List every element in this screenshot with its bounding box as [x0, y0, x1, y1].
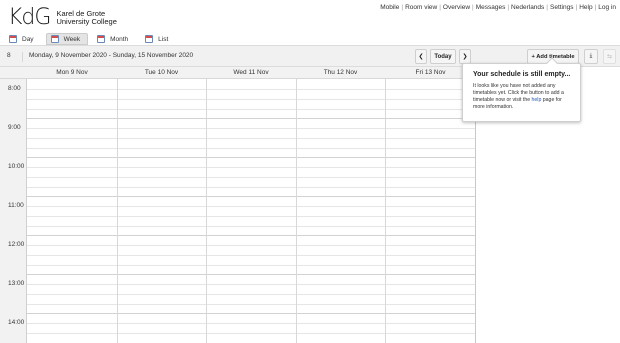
tab-label: List	[158, 35, 169, 43]
grid-line	[27, 235, 476, 236]
hour-label: 13:00	[8, 280, 25, 287]
grid-line	[27, 99, 476, 100]
day-header-thu: Thu 12 Nov	[296, 67, 385, 79]
grid-line	[27, 255, 476, 256]
grid-line	[27, 284, 476, 285]
grid-line	[27, 323, 476, 324]
grid-line	[27, 157, 476, 158]
grid-line	[27, 333, 476, 334]
tab-label: Month	[110, 35, 129, 43]
logo-mark: KdG	[8, 5, 51, 30]
nav-mobile[interactable]: Mobile	[380, 4, 399, 11]
nav-messages[interactable]: Messages	[476, 4, 506, 11]
header: KdG Karel de Grote University College Mo…	[0, 0, 620, 32]
nav-log-in[interactable]: Log in	[598, 4, 616, 11]
grid-line	[27, 138, 476, 139]
day-divider	[385, 79, 386, 343]
calendar-icon	[50, 35, 59, 43]
download-button[interactable]: ⤓	[584, 49, 598, 64]
share-button[interactable]: ⇆	[603, 49, 616, 64]
day-divider	[117, 79, 118, 343]
day-divider	[296, 79, 297, 343]
tab-day[interactable]: Day	[4, 33, 42, 45]
hour-label: 10:00	[8, 163, 25, 170]
download-icon: ⤓	[589, 53, 593, 59]
chevron-left-icon: ❮	[418, 54, 424, 60]
previous-week-button[interactable]: ❮	[415, 49, 427, 64]
kdg-logo[interactable]: KdG Karel de Grote University College	[8, 5, 117, 31]
calendar-icon	[9, 35, 17, 43]
week-calendar: Mon 9 Nov Tue 10 Nov Wed 11 Nov Thu 12 N…	[0, 67, 476, 343]
popover-title: Your schedule is still empty...	[473, 71, 571, 78]
grid-line	[27, 226, 476, 227]
grid-line	[27, 109, 476, 110]
calendar-icon	[145, 35, 154, 43]
day-header-tue: Tue 10 Nov	[117, 67, 206, 79]
grid-line	[27, 206, 476, 207]
app-root: KdG Karel de Grote University College Mo…	[0, 0, 620, 343]
tab-label: Day	[22, 35, 34, 43]
next-week-button[interactable]: ❯	[459, 49, 471, 64]
hour-label: 11:00	[8, 202, 24, 209]
date-range: Monday, 9 November 2020 - Sunday, 15 Nov…	[22, 52, 193, 62]
grid-line	[27, 196, 476, 197]
grid-line	[27, 167, 476, 168]
share-icon: ⇆	[606, 54, 613, 60]
nav-room-view[interactable]: Room view	[405, 4, 437, 11]
grid-line	[27, 177, 476, 178]
hour-label: 14:00	[8, 319, 25, 326]
tab-month[interactable]: Month	[92, 33, 136, 45]
chevron-right-icon: ❯	[462, 54, 468, 60]
grid-line	[27, 128, 476, 129]
time-grid[interactable]	[27, 79, 476, 343]
grid-line	[27, 187, 476, 188]
grid-line	[27, 274, 476, 275]
top-navigation: Mobile | Room view | Overview | Messages | N…	[380, 4, 616, 11]
day-header-mon: Mon 9 Nov	[27, 67, 117, 79]
tab-list[interactable]: List	[140, 33, 176, 45]
nav-overview[interactable]: Overview	[443, 4, 470, 11]
grid-line	[27, 294, 476, 295]
logo-line-2: University College	[56, 17, 117, 26]
grid-line	[27, 313, 476, 314]
grid-line	[27, 265, 476, 266]
nav-nederlands[interactable]: Nederlands	[511, 4, 544, 11]
nav-settings[interactable]: Settings	[550, 4, 574, 11]
day-divider	[206, 79, 207, 343]
hour-label: 9:00	[8, 124, 21, 131]
grid-line	[27, 118, 476, 119]
help-link[interactable]: help	[532, 97, 542, 103]
logo-text: Karel de Grote University College	[56, 9, 117, 27]
grid-line	[27, 304, 476, 305]
nav-help[interactable]: Help	[579, 4, 592, 11]
grid-line	[27, 148, 476, 149]
grid-line	[27, 245, 476, 246]
time-column-header	[0, 67, 27, 79]
calendar-icon	[97, 35, 106, 43]
grid-line	[27, 89, 476, 90]
week-number: 8	[7, 52, 11, 59]
tab-week[interactable]: Week	[45, 33, 89, 45]
empty-schedule-popover: Your schedule is still empty... It looks…	[462, 57, 581, 122]
hour-label: 8:00	[8, 85, 21, 92]
popover-body: It looks like you have not added any tim…	[473, 83, 575, 111]
today-button[interactable]: Today	[430, 49, 456, 64]
view-tabs: Day Week Month List	[4, 33, 180, 45]
grid-line	[27, 216, 476, 217]
time-column: 8:00 9:00 10:00 11:00 12:00 13:00 14:00	[0, 79, 27, 343]
tab-label: Week	[63, 35, 81, 43]
day-header-wed: Wed 11 Nov	[206, 67, 296, 79]
hour-label: 12:00	[8, 241, 25, 248]
